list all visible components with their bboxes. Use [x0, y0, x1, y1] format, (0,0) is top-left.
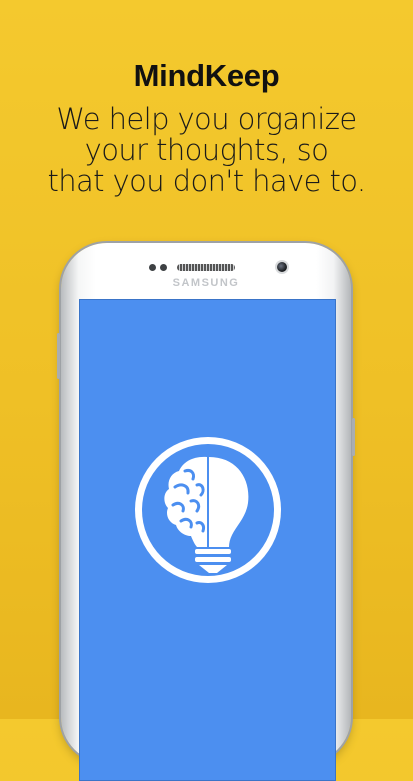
front-camera-icon: [277, 262, 287, 272]
volume-button: [57, 333, 60, 379]
earpiece-speaker: [177, 264, 235, 271]
phone-mockup: SAMSUNG: [57, 243, 355, 781]
tagline-line-3: that you don't have to.: [47, 164, 366, 198]
device-brand: SAMSUNG: [172, 277, 240, 289]
tagline: We help you organize your thoughts, so t…: [0, 104, 413, 197]
tagline-line-2: your thoughts, so: [84, 133, 329, 167]
tagline-line-1: We help you organize: [56, 102, 357, 136]
phone-screen: [79, 299, 336, 781]
power-button: [352, 418, 355, 456]
proximity-sensor: [149, 264, 156, 271]
app-title: MindKeep: [133, 58, 280, 93]
brain-lightbulb-icon: [135, 437, 281, 583]
light-sensor: [160, 264, 167, 271]
